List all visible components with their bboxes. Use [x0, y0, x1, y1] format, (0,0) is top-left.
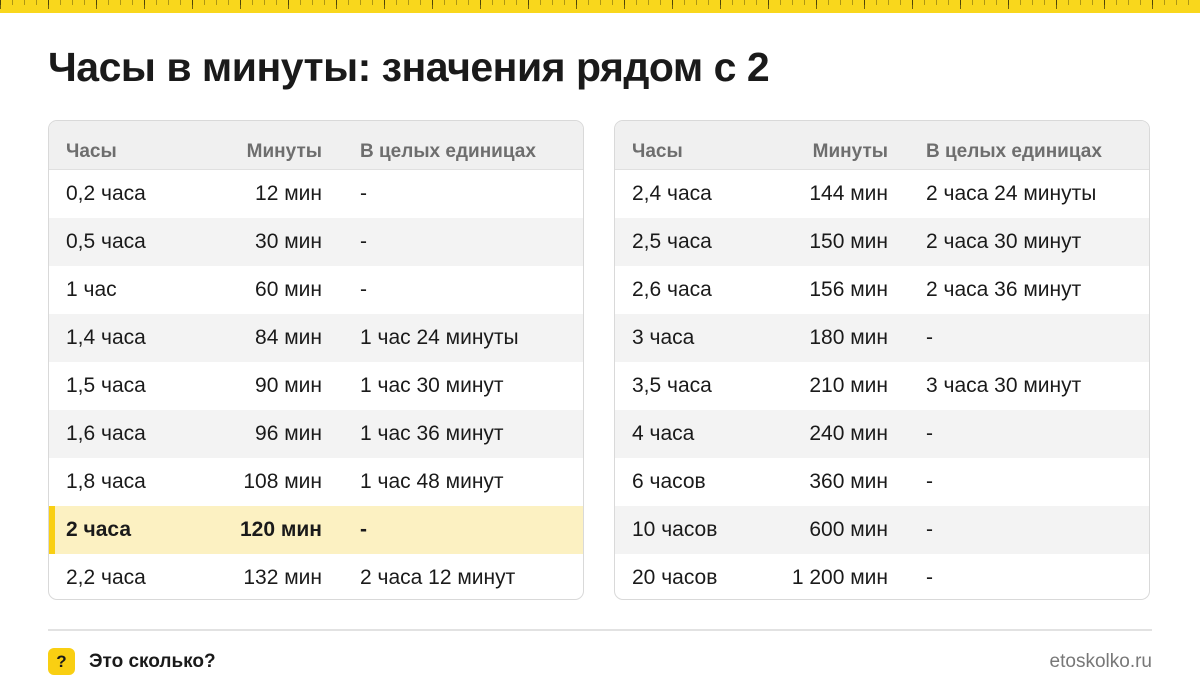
table-row: 0,2 часа 12 мин - — [49, 170, 583, 218]
cell-minutes: 150 мин — [809, 230, 888, 253]
table-row: 2,4 часа 144 мин 2 часа 24 минуты — [615, 170, 1149, 218]
table-row: 6 часов 360 мин - — [615, 458, 1149, 506]
cell-units: - — [926, 326, 933, 349]
cell-units: 1 час 48 минут — [360, 470, 504, 493]
brand-name: Это сколько? — [89, 651, 216, 672]
table-row: 1,8 часа 108 мин 1 час 48 минут — [49, 458, 583, 506]
table-header: Часы Минуты В целых единицах — [615, 121, 1149, 170]
cell-minutes: 156 мин — [809, 278, 888, 301]
cell-minutes: 30 мин — [255, 230, 322, 253]
cell-minutes: 120 мин — [239, 518, 322, 541]
cell-units: 2 часа 36 минут — [926, 278, 1082, 301]
cell-hours: 3 часа — [632, 326, 695, 349]
cell-hours: 2,2 часа — [66, 566, 146, 589]
right-table: Часы Минуты В целых единицах 2,4 часа 144… — [614, 120, 1150, 600]
table-row: 4 часа 240 мин - — [615, 410, 1149, 458]
table-row: 20 часов 1 200 мин - — [615, 554, 1149, 599]
cell-minutes: 132 мин — [243, 566, 322, 589]
table-row: 10 часов 600 мин - — [615, 506, 1149, 554]
table-row: 3,5 часа 210 мин 3 часа 30 минут — [615, 362, 1149, 410]
table-row: 3 часа 180 мин - — [615, 314, 1149, 362]
cell-units: - — [926, 518, 933, 541]
brand-logo-icon: ? — [48, 648, 75, 675]
cell-hours: 2 часа — [66, 518, 131, 541]
cell-minutes: 180 мин — [809, 326, 888, 349]
table-row: 1,6 часа 96 мин 1 час 36 минут — [49, 410, 583, 458]
cell-units: 2 часа 12 минут — [360, 566, 516, 589]
cell-minutes: 108 мин — [243, 470, 322, 493]
cell-minutes: 210 мин — [809, 374, 888, 397]
cell-hours: 1,5 часа — [66, 374, 146, 397]
cell-units: 1 час 36 минут — [360, 422, 504, 445]
cell-minutes: 90 мин — [255, 374, 322, 397]
cell-hours: 20 часов — [632, 566, 718, 589]
table-row: 1,4 часа 84 мин 1 час 24 минуты — [49, 314, 583, 362]
cell-hours: 1,8 часа — [66, 470, 146, 493]
cell-units: 1 час 24 минуты — [360, 326, 519, 349]
cell-units: 1 час 30 минут — [360, 374, 504, 397]
table-row: 1 час 60 мин - — [49, 266, 583, 314]
cell-minutes: 84 мин — [255, 326, 322, 349]
cell-hours: 0,2 часа — [66, 182, 146, 205]
site-link[interactable]: etoskolko.ru — [1050, 651, 1152, 673]
cell-hours: 10 часов — [632, 518, 718, 541]
cell-minutes: 144 мин — [809, 182, 888, 205]
cell-hours: 2,6 часа — [632, 278, 712, 301]
table-row: 2,6 часа 156 мин 2 часа 36 минут — [615, 266, 1149, 314]
table-row: 2,5 часа 150 мин 2 часа 30 минут — [615, 218, 1149, 266]
cell-hours: 2,4 часа — [632, 182, 712, 205]
cell-units: - — [360, 518, 367, 541]
cell-units: - — [360, 278, 367, 301]
cell-hours: 1,4 часа — [66, 326, 146, 349]
cell-units: - — [360, 182, 367, 205]
table-header: Часы Минуты В целых единицах — [49, 121, 583, 170]
cell-hours: 1,6 часа — [66, 422, 146, 445]
page-title: Часы в минуты: значения рядом с 2 — [48, 44, 770, 90]
cell-units: 3 часа 30 минут — [926, 374, 1082, 397]
cell-units: - — [926, 422, 933, 445]
cell-units: - — [360, 230, 367, 253]
ruler-strip — [0, 0, 1200, 13]
cell-minutes: 600 мин — [809, 518, 888, 541]
cell-minutes: 360 мин — [809, 470, 888, 493]
table-row: 1,5 часа 90 мин 1 час 30 минут — [49, 362, 583, 410]
cell-units: 2 часа 24 минуты — [926, 182, 1097, 205]
left-table: Часы Минуты В целых единицах 0,2 часа 12 … — [48, 120, 584, 600]
cell-hours: 6 часов — [632, 470, 706, 493]
cell-units: - — [926, 566, 933, 589]
cell-hours: 1 час — [66, 278, 117, 301]
cell-minutes: 96 мин — [255, 422, 322, 445]
footer-divider — [48, 629, 1152, 631]
table-row: 0,5 часа 30 мин - — [49, 218, 583, 266]
cell-hours: 0,5 часа — [66, 230, 146, 253]
cell-minutes: 60 мин — [255, 278, 322, 301]
cell-minutes: 12 мин — [255, 182, 322, 205]
cell-minutes: 240 мин — [809, 422, 888, 445]
cell-units: - — [926, 470, 933, 493]
cell-minutes: 1 200 мин — [791, 566, 888, 589]
cell-hours: 2,5 часа — [632, 230, 712, 253]
cell-hours: 4 часа — [632, 422, 695, 445]
table-row: 2,2 часа 132 мин 2 часа 12 минут — [49, 554, 583, 599]
cell-hours: 3,5 часа — [632, 374, 712, 397]
cell-units: 2 часа 30 минут — [926, 230, 1082, 253]
table-row-highlighted: 2 часа 120 мин - — [49, 506, 583, 554]
